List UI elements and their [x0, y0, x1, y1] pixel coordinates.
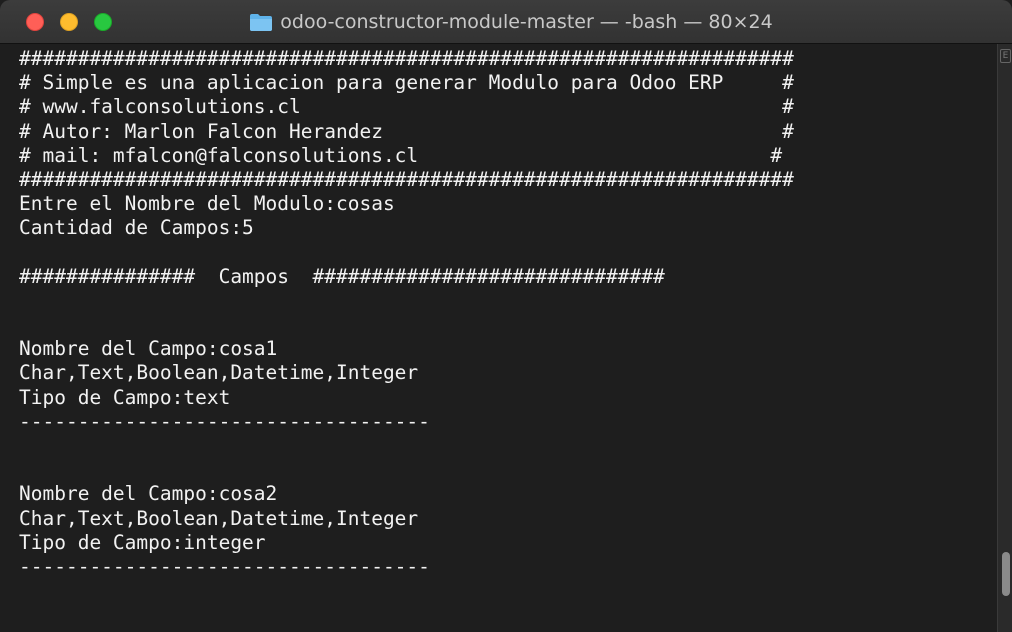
scroll-marker: E: [1000, 49, 1011, 63]
terminal-line: ########################################…: [19, 47, 794, 70]
scroll-thumb[interactable]: [1002, 552, 1010, 596]
terminal-window: odoo-constructor-module-master — -bash —…: [0, 0, 1012, 632]
terminal-line: Char,Text,Boolean,Datetime,Integer: [19, 506, 419, 530]
terminal-line: Entre el Nombre del Modulo:cosas: [19, 192, 395, 216]
terminal-line: # mail: mfalcon@falconsolutions.cl #: [19, 143, 783, 167]
terminal-line: Cantidad de Campos:5: [19, 216, 254, 240]
terminal-line: -----------------------------------: [19, 409, 430, 433]
terminal-line: -----------------------------------: [19, 554, 430, 578]
terminal-line: ########################################…: [19, 167, 794, 191]
vertical-scrollbar[interactable]: E: [997, 44, 1012, 632]
terminal-line: Nombre del Campo:cosa2: [19, 482, 278, 506]
window-title-area: odoo-constructor-module-master — -bash —…: [0, 0, 1012, 44]
terminal-line: Tipo de Campo:text: [19, 385, 231, 409]
terminal-line: Tipo de Campo:integer: [19, 530, 266, 554]
terminal-line: Char,Text,Boolean,Datetime,Integer: [19, 361, 419, 385]
terminal-line: # Simple es una aplicacion para generar …: [19, 71, 794, 95]
terminal-line: # www.falconsolutions.cl #: [19, 95, 794, 119]
window-title: odoo-constructor-module-master — -bash —…: [280, 11, 773, 33]
terminal-content[interactable]: ########################################…: [0, 44, 997, 632]
folder-icon: [249, 13, 273, 32]
terminal-line: ############### Campos #################…: [19, 264, 665, 288]
terminal-line: # Autor: Marlon Falcon Herandez #: [19, 119, 794, 143]
title-bar[interactable]: odoo-constructor-module-master — -bash —…: [0, 0, 1012, 44]
terminal-line: Nombre del Campo:cosa1: [19, 337, 278, 361]
